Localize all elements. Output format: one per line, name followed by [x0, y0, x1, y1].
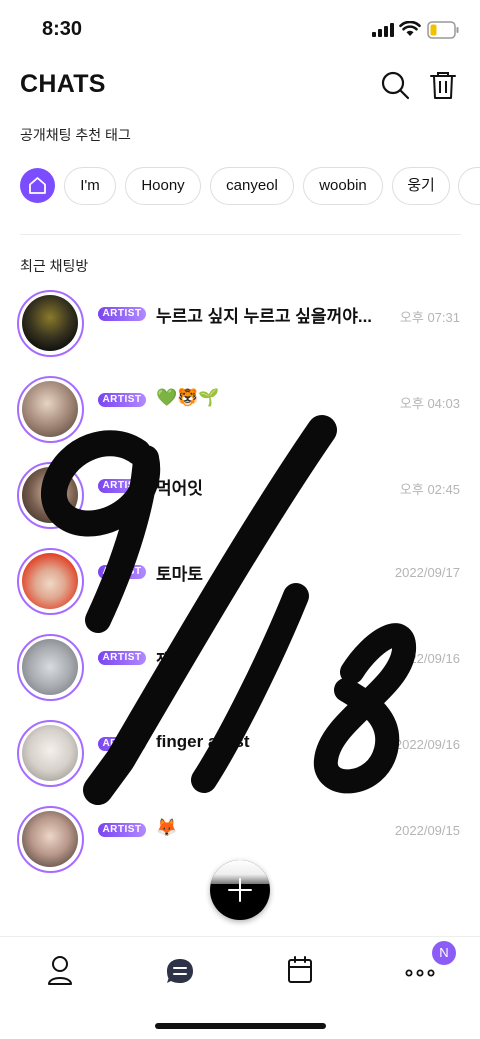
trash-icon[interactable] [428, 70, 458, 100]
wifi-icon [399, 21, 421, 36]
chat-row[interactable]: ARTIST 💚🐯🌱 오후 04:03 [0, 372, 480, 452]
artist-badge: ARTIST [98, 479, 146, 493]
avatar [17, 720, 84, 787]
chat-name: 잰 [156, 651, 172, 670]
profile-icon[interactable] [40, 953, 80, 989]
chat-time: 오후 07:31 [399, 310, 460, 325]
artist-badge: ARTIST [98, 651, 146, 665]
search-icon[interactable] [380, 70, 410, 100]
home-tag-button[interactable] [20, 168, 55, 203]
home-indicator [155, 1023, 326, 1029]
status-time: 8:30 [42, 18, 83, 40]
chat-row[interactable]: ARTIST 먹어잇 오후 02:45 [0, 458, 480, 538]
chat-row[interactable]: ARTIST finger artist 2022/09/16 [0, 716, 480, 796]
new-chat-button[interactable] [210, 860, 270, 920]
page-title: CHATS [20, 70, 106, 98]
avatar [17, 462, 84, 529]
artist-badge: ARTIST [98, 565, 146, 579]
chat-time: 오후 02:45 [399, 482, 460, 497]
notification-badge: N [432, 941, 456, 965]
tag-chip[interactable]: canyeol [210, 167, 294, 205]
divider [20, 234, 461, 235]
chat-row[interactable]: ARTIST 토마토 2022/09/17 [0, 544, 480, 624]
battery-icon [427, 21, 459, 39]
recent-section-label: 최근 채팅방 [20, 258, 89, 274]
chat-time: 2022/09/16 [394, 651, 460, 666]
home-icon [29, 177, 46, 194]
chat-name: 먹어잇 [156, 479, 203, 498]
chat-row[interactable]: ARTIST 누르고 싶지 누르고 싶을꺼야... 오후 07:31 [0, 286, 480, 366]
chat-bubble-icon[interactable] [160, 953, 200, 989]
chat-name: 토마토 [156, 565, 203, 584]
avatar [17, 376, 84, 443]
tag-chip[interactable]: I'm [64, 167, 116, 205]
signal-icon [372, 23, 394, 37]
chat-name: 누르고 싶지 누르고 싶을꺼야... [156, 307, 373, 326]
chat-name: finger artist [156, 732, 250, 751]
chat-row[interactable]: ARTIST 잰 2022/09/16 [0, 630, 480, 710]
status-bar: 8:30 [0, 0, 480, 60]
artist-badge: ARTIST [98, 393, 146, 407]
tags-section-label: 공개채팅 추천 태그 [20, 127, 131, 143]
chat-time: 2022/09/17 [394, 565, 460, 580]
avatar [17, 634, 84, 701]
artist-badge: ARTIST [98, 823, 146, 837]
tag-chip-partial[interactable] [458, 167, 480, 205]
tag-chip[interactable]: Hoony [125, 167, 201, 205]
tag-chip[interactable]: woobin [303, 167, 383, 205]
chat-name: 🦊 [156, 818, 178, 837]
avatar [17, 548, 84, 615]
plus-icon [228, 878, 252, 902]
chat-time: 오후 04:03 [399, 396, 460, 411]
avatar [17, 290, 84, 357]
chat-time: 2022/09/16 [394, 737, 460, 752]
tag-row: I'm Hoony canyeol woobin 웅기 [20, 167, 480, 205]
chat-time: 2022/09/15 [394, 823, 460, 838]
chat-name: 💚🐯🌱 [156, 388, 220, 407]
calendar-icon[interactable] [280, 953, 320, 989]
artist-badge: ARTIST [98, 307, 146, 321]
artist-badge: ARTIST [98, 737, 146, 751]
tag-chip[interactable]: 웅기 [392, 167, 450, 205]
avatar [17, 806, 84, 873]
